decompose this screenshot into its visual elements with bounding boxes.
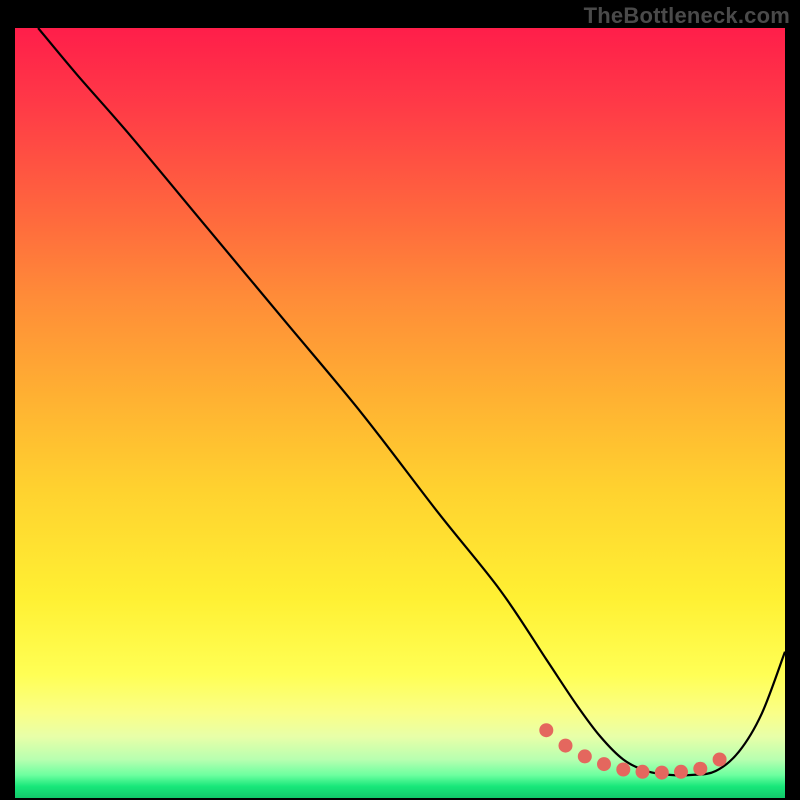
optimal-marker <box>655 766 669 780</box>
optimal-marker <box>636 765 650 779</box>
bottleneck-curve <box>38 28 785 775</box>
optimal-marker <box>539 723 553 737</box>
optimal-marker <box>674 765 688 779</box>
chart-svg <box>15 28 785 798</box>
chart-frame: TheBottleneck.com <box>0 0 800 800</box>
plot-area <box>15 28 785 798</box>
optimal-marker <box>713 753 727 767</box>
optimal-marker <box>616 763 630 777</box>
watermark-text: TheBottleneck.com <box>584 3 790 29</box>
optimal-marker <box>578 749 592 763</box>
optimal-zone-markers <box>539 723 726 779</box>
optimal-marker <box>693 762 707 776</box>
optimal-marker <box>597 757 611 771</box>
optimal-marker <box>559 739 573 753</box>
